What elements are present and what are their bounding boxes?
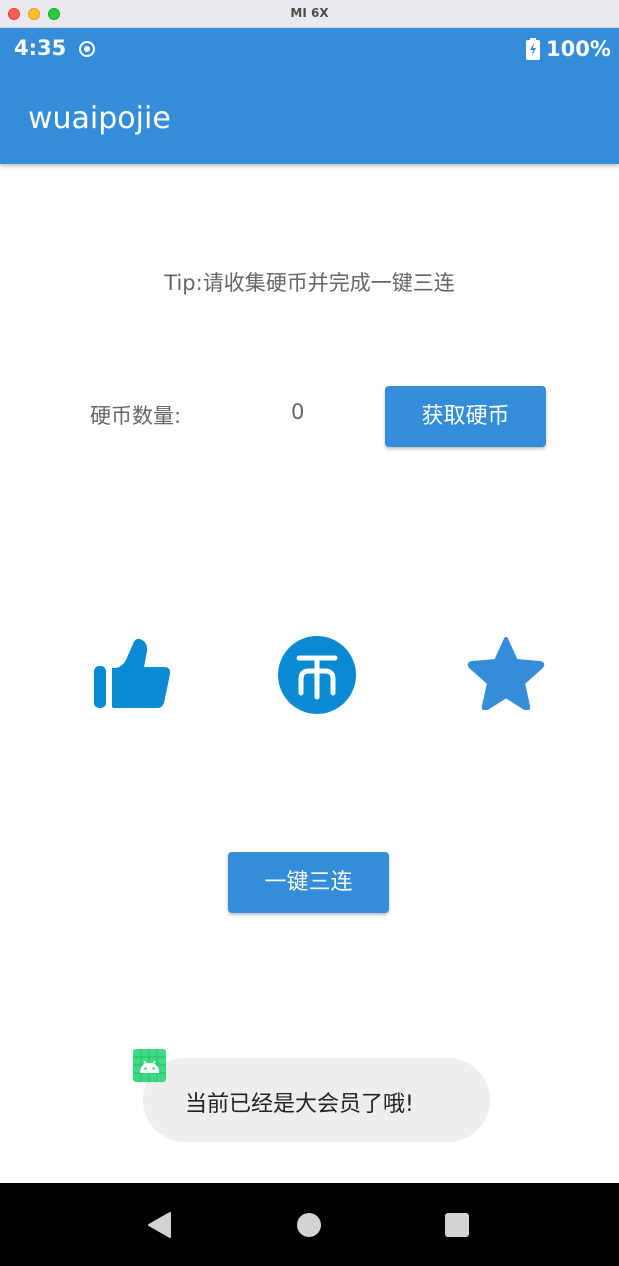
coin-count-value: 0 xyxy=(291,400,305,424)
app-toolbar: wuaipojie xyxy=(0,70,619,164)
recents-icon[interactable] xyxy=(445,1213,469,1237)
toast-text: 当前已经是大会员了哦! xyxy=(185,1092,414,1117)
status-bar: 4:35 100% xyxy=(0,28,619,70)
thumbs-up-icon[interactable] xyxy=(92,636,172,710)
app-title: wuaipojie xyxy=(28,101,171,136)
status-time: 4:35 xyxy=(14,36,67,60)
tip-text: Tip:请收集硬币并完成一键三连 xyxy=(164,271,455,295)
home-icon[interactable] xyxy=(297,1213,321,1237)
star-icon[interactable] xyxy=(467,636,545,710)
window-title: MI 6X xyxy=(290,6,329,20)
window-titlebar: MI 6X xyxy=(0,0,619,28)
battery-percent: 100% xyxy=(546,37,611,61)
toast-message: 当前已经是大会员了哦! xyxy=(143,1058,490,1142)
navigation-bar xyxy=(0,1183,619,1266)
record-status-icon xyxy=(79,41,95,57)
triple-action-button[interactable]: 一键三连 xyxy=(228,852,389,913)
get-coin-button[interactable]: 获取硬币 xyxy=(385,386,546,447)
android-app-icon xyxy=(133,1049,166,1082)
coin-count-label: 硬币数量: xyxy=(90,404,182,428)
back-icon[interactable] xyxy=(146,1211,172,1239)
battery-charging-icon xyxy=(526,38,540,60)
coin-icon[interactable] xyxy=(277,635,357,715)
